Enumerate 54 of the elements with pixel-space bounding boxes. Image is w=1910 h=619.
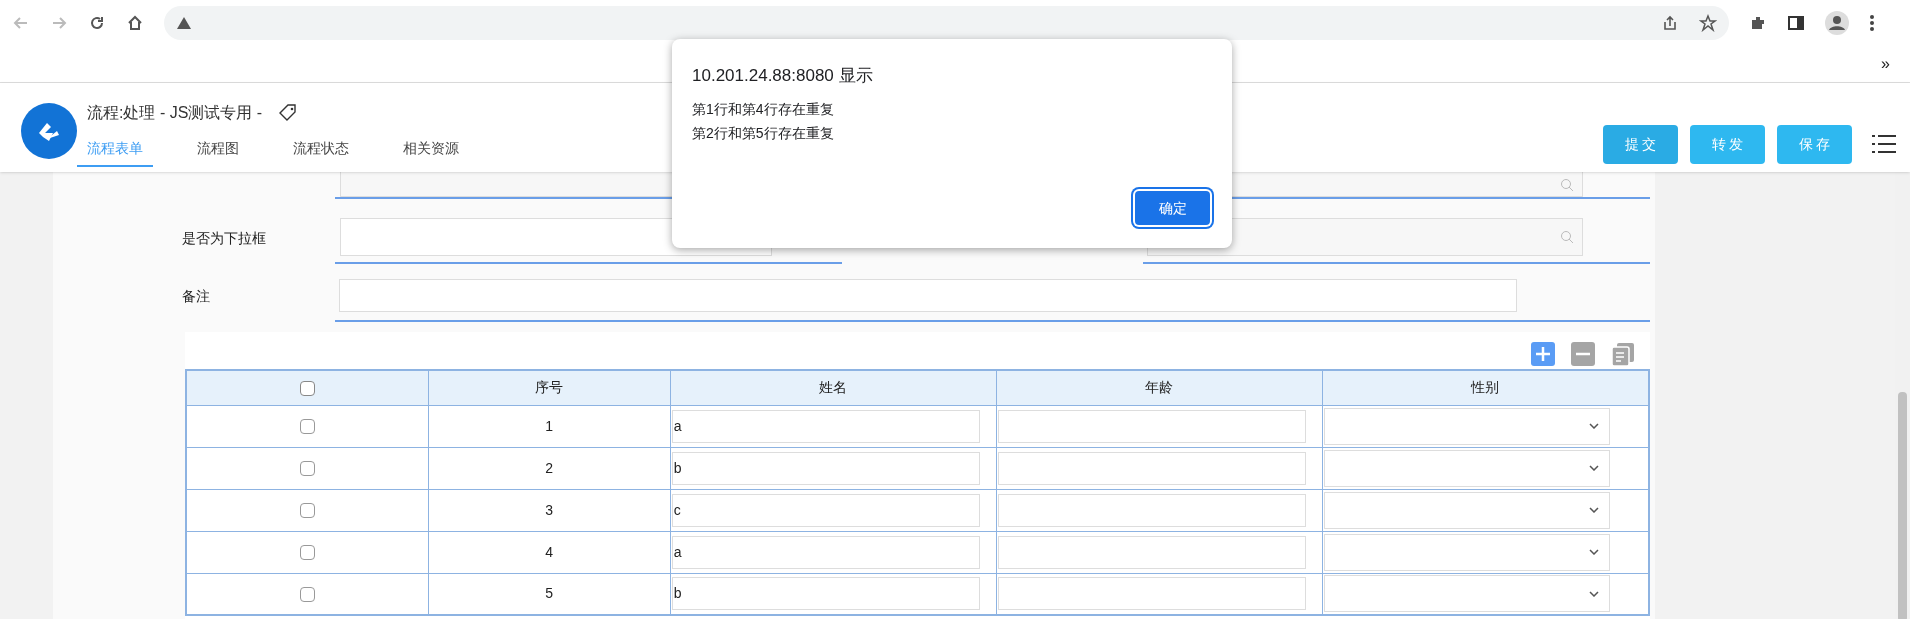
name-field[interactable]: a xyxy=(671,409,980,443)
scrollbar-thumb[interactable] xyxy=(1898,392,1907,619)
name-field[interactable]: b xyxy=(671,451,980,485)
age-field[interactable] xyxy=(997,577,1306,611)
chevron-down-icon xyxy=(1588,465,1599,471)
profile-icon[interactable] xyxy=(1825,10,1849,35)
checkbox[interactable] xyxy=(299,461,315,477)
name-field[interactable]: b xyxy=(671,577,980,611)
name-field[interactable]: c xyxy=(671,493,980,527)
checkbox[interactable] xyxy=(299,419,315,435)
column-header: 姓名 xyxy=(670,370,997,405)
tag-icon[interactable] xyxy=(278,103,299,123)
column-header: 年龄 xyxy=(996,370,1323,405)
chevron-down-icon xyxy=(1588,549,1599,555)
more-icon[interactable] xyxy=(1869,13,1875,32)
page-title: 流程:处理 - JS测试专用 - xyxy=(87,103,263,123)
checkbox[interactable] xyxy=(299,545,315,561)
share-icon[interactable] xyxy=(1661,13,1679,32)
checkbox[interactable] xyxy=(299,587,315,603)
column-header: 序号 xyxy=(428,370,671,405)
tab[interactable]: 流程状态 xyxy=(283,131,359,167)
tab[interactable]: 流程图 xyxy=(187,131,249,167)
chevron-down-icon xyxy=(1588,590,1599,597)
field-label: 是否为下拉框 xyxy=(181,228,267,248)
tab[interactable]: 相关资源 xyxy=(393,131,469,167)
search-icon xyxy=(1560,230,1574,244)
checkbox[interactable] xyxy=(299,381,315,397)
table-cell: 3 xyxy=(428,489,671,531)
age-field[interactable] xyxy=(997,451,1306,485)
sidebar-icon[interactable] xyxy=(1787,13,1805,32)
table-cell: 4 xyxy=(428,531,671,573)
dialog-message: 第2行和第5行存在重复 xyxy=(692,123,835,143)
copy-row-icon[interactable] xyxy=(1611,342,1635,366)
star-icon[interactable] xyxy=(1699,13,1717,32)
age-field[interactable] xyxy=(997,535,1306,569)
checkbox[interactable] xyxy=(299,503,315,519)
chevron-down-icon xyxy=(1588,423,1599,429)
app-logo-icon xyxy=(21,103,77,159)
age-field[interactable] xyxy=(997,493,1306,527)
name-field[interactable]: a xyxy=(671,535,980,569)
field-label: 备注 xyxy=(181,286,211,306)
search-icon xyxy=(1560,178,1574,192)
add-row-icon[interactable] xyxy=(1531,342,1555,366)
table-cell: 2 xyxy=(428,447,671,489)
age-field[interactable] xyxy=(997,409,1306,443)
bookmarks-overflow[interactable]: » xyxy=(1881,51,1890,76)
home-icon[interactable] xyxy=(126,13,144,32)
chevron-down-icon xyxy=(1588,507,1599,513)
remove-row-icon[interactable] xyxy=(1571,342,1595,366)
menu-icon[interactable] xyxy=(1872,133,1896,155)
remark-field[interactable] xyxy=(339,278,1517,312)
table-cell: 1 xyxy=(428,405,671,447)
dialog-message: 第1行和第4行存在重复 xyxy=(692,99,835,119)
dialog-title: 10.201.24.88:8080 显示 xyxy=(692,65,874,87)
